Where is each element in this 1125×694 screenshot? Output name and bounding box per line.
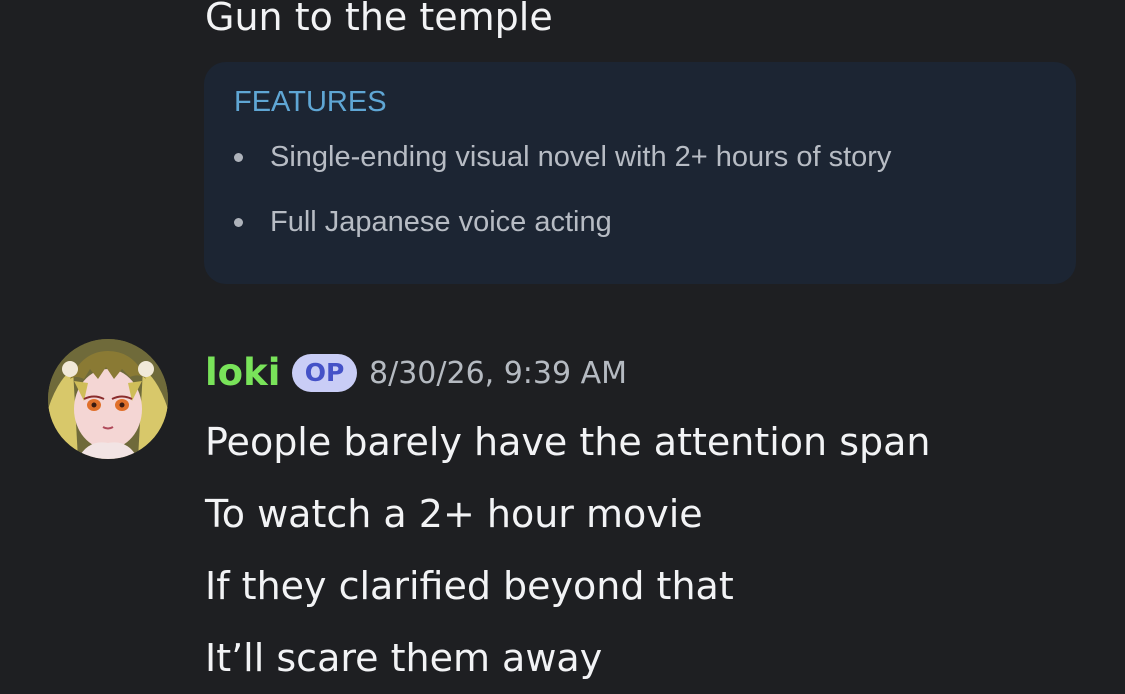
- op-badge: OP: [292, 354, 357, 392]
- message-line: It’ll scare them away: [205, 636, 603, 680]
- message-line: If they clarified beyond that: [205, 564, 734, 608]
- previous-message-text: Gun to the temple: [205, 0, 553, 39]
- bullet-icon: [234, 153, 243, 162]
- feature-text: Full Japanese voice acting: [270, 206, 612, 238]
- message-timestamp: 8/30/26, 9:39 AM: [369, 356, 628, 391]
- message-content: People barely have the attention span To…: [205, 406, 931, 694]
- feature-text: Single-ending visual novel with 2+ hours…: [270, 141, 892, 173]
- bullet-icon: [234, 218, 243, 227]
- anime-girl-avatar-icon: [48, 339, 168, 459]
- username[interactable]: loki: [205, 346, 280, 400]
- user-avatar[interactable]: [48, 339, 168, 459]
- link-embed[interactable]: FEATURES Single-ending visual novel with…: [204, 62, 1076, 284]
- message-line: People barely have the attention span: [205, 420, 931, 464]
- embed-title: FEATURES: [234, 86, 387, 118]
- message-line: To watch a 2+ hour movie: [205, 492, 703, 536]
